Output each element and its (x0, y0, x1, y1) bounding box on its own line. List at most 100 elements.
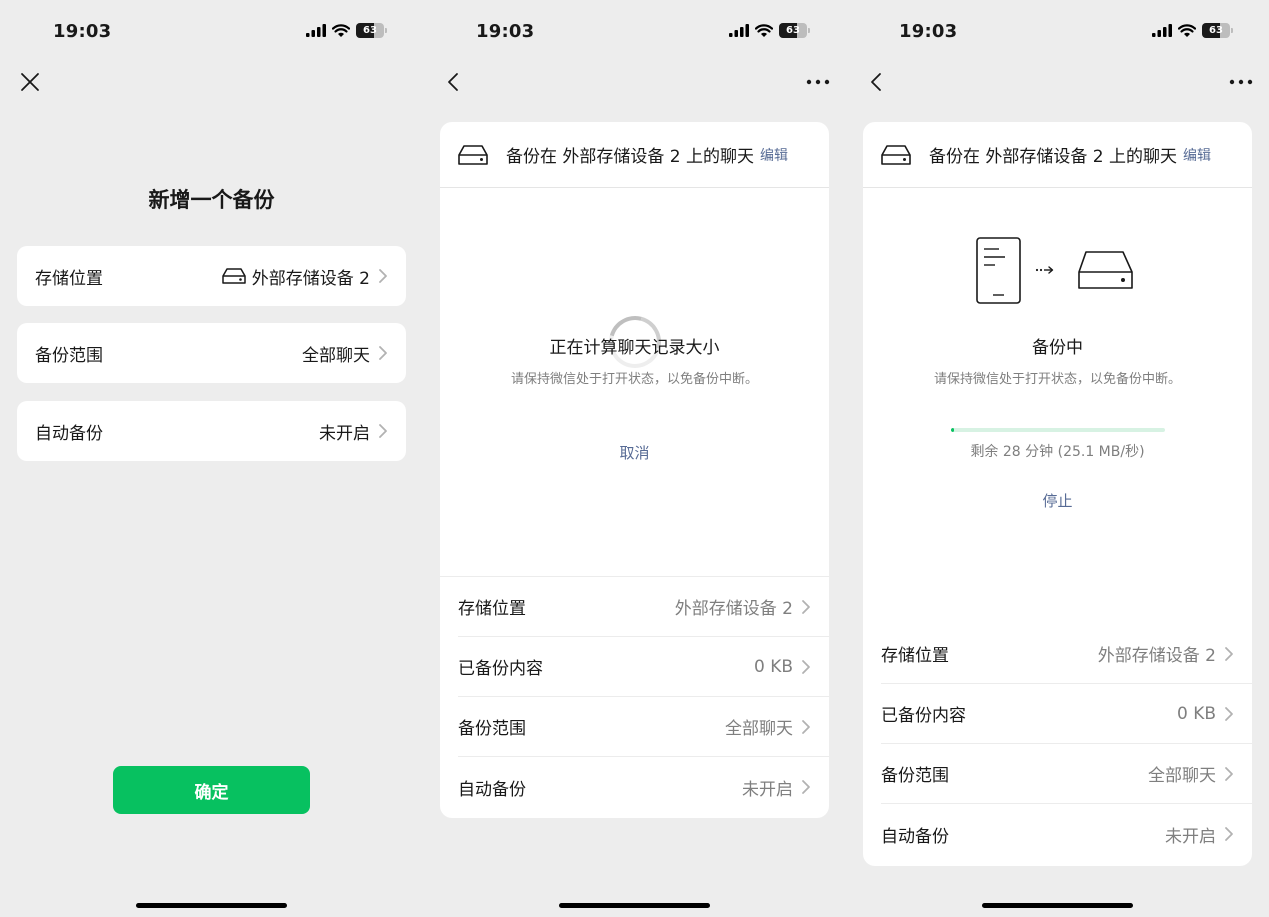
backed-up-content-row[interactable]: 已备份内容 0 KB (881, 684, 1252, 744)
status-subtitle: 请保持微信处于打开状态，以免备份中断。 (933, 372, 1181, 387)
more-icon (806, 79, 830, 85)
more-icon (1229, 79, 1253, 85)
status-area: 备份中 请保持微信处于打开状态，以免备份中断。 剩余 28 分钟 (25.1 M… (863, 188, 1252, 624)
home-indicator[interactable] (982, 903, 1133, 908)
row-value: 0 KB (753, 656, 793, 677)
row-value: 未开启 (742, 779, 793, 800)
back-button[interactable] (439, 68, 467, 96)
backup-progress-bar (951, 428, 1165, 432)
battery-icon: 63 (356, 23, 387, 38)
storage-location-row[interactable]: 存储位置 外部存储设备 2 (17, 246, 406, 306)
row-value: 未开启 (319, 423, 370, 444)
hard-drive-icon (881, 144, 911, 165)
status-bar: 19:03 63 (846, 0, 1269, 62)
home-indicator[interactable] (559, 903, 710, 908)
chevron-left-icon (871, 73, 881, 91)
battery-percent: 63 (1209, 25, 1223, 36)
battery-percent: 63 (786, 25, 800, 36)
wifi-icon (332, 23, 350, 37)
backed-up-content-row[interactable]: 已备份内容 0 KB (458, 637, 829, 697)
screen-backing-up: 19:03 63 备份在 外部存储设备 2 上的聊天 编辑 备份中 请保持微信处… (846, 0, 1269, 917)
row-label: 备份范围 (458, 719, 526, 739)
stop-button[interactable]: 停止 (863, 490, 1252, 511)
storage-location-row[interactable]: 存储位置 外部存储设备 2 (458, 577, 829, 637)
hard-drive-icon (458, 144, 488, 165)
auto-backup-row[interactable]: 自动备份 未开启 (881, 804, 1252, 864)
status-subtitle: 请保持微信处于打开状态，以免备份中断。 (510, 372, 758, 387)
system-icons: 63 (1152, 23, 1233, 38)
phone-to-drive-illustration (976, 237, 1133, 304)
info-list: 存储位置 外部存储设备 2 已备份内容 0 KB 备份范围 全部聊天 自动备份 … (863, 624, 1252, 864)
battery-icon: 63 (779, 23, 810, 38)
edit-link[interactable]: 编辑 (1183, 145, 1211, 165)
battery-icon: 63 (1202, 23, 1233, 38)
cancel-button[interactable]: 取消 (440, 442, 829, 463)
home-indicator[interactable] (136, 903, 287, 908)
chevron-right-icon (801, 779, 811, 795)
row-label: 已备份内容 (458, 659, 543, 679)
chevron-right-icon (1224, 706, 1234, 722)
auto-backup-row[interactable]: 自动备份 未开启 (17, 401, 406, 461)
screen-new-backup: 19:03 63 新增一个备份 存储位置 外部存储设备 2 备份范围 全部聊天 … (0, 0, 423, 917)
confirm-button[interactable]: 确定 (113, 766, 310, 814)
auto-backup-row[interactable]: 自动备份 未开启 (458, 757, 829, 817)
backup-scope-row[interactable]: 备份范围 全部聊天 (458, 697, 829, 757)
cellular-signal-icon (729, 24, 749, 37)
row-value: 外部存储设备 2 (674, 599, 793, 619)
system-icons: 63 (729, 23, 810, 38)
row-value: 未开启 (1165, 826, 1216, 847)
backup-scope-row[interactable]: 备份范围 全部聊天 (881, 744, 1252, 804)
status-bar: 19:03 63 (0, 0, 423, 62)
row-label: 存储位置 (458, 599, 526, 619)
close-icon (21, 73, 39, 91)
more-button[interactable] (804, 68, 832, 96)
wifi-icon (755, 23, 773, 37)
status-time: 19:03 (53, 21, 112, 42)
row-label: 自动备份 (35, 423, 103, 444)
row-value: 全部聊天 (1148, 766, 1216, 786)
backup-card: 备份在 外部存储设备 2 上的聊天 编辑 正在计算聊天记录大小 请保持微信处于打… (440, 122, 829, 818)
screen-calculating: 19:03 63 备份在 外部存储设备 2 上的聊天 编辑 正在计算聊天记录大小… (423, 0, 846, 917)
info-list: 存储位置 外部存储设备 2 已备份内容 0 KB 备份范围 全部聊天 自动备份 … (440, 576, 829, 817)
status-title: 备份中 (1032, 338, 1083, 358)
cellular-signal-icon (1152, 24, 1172, 37)
row-value: 外部存储设备 2 (1097, 646, 1216, 666)
row-label: 备份范围 (35, 345, 103, 366)
system-icons: 63 (306, 23, 387, 38)
chevron-right-icon (378, 268, 388, 284)
chevron-right-icon (1224, 766, 1234, 782)
card-title: 备份在 外部存储设备 2 上的聊天 (929, 147, 1178, 167)
row-value: 全部聊天 (302, 345, 370, 366)
card-header: 备份在 外部存储设备 2 上的聊天 编辑 (440, 122, 829, 188)
chevron-right-icon (801, 599, 811, 615)
close-button[interactable] (16, 68, 44, 96)
edit-link[interactable]: 编辑 (760, 145, 788, 165)
chevron-right-icon (801, 719, 811, 735)
phone-icon (976, 237, 1021, 304)
chevron-right-icon (378, 423, 388, 439)
page-title: 新增一个备份 (148, 188, 275, 212)
more-button[interactable] (1227, 68, 1255, 96)
drive-icon (1078, 251, 1133, 289)
row-value: 0 KB (1176, 703, 1216, 724)
storage-location-row[interactable]: 存储位置 外部存储设备 2 (881, 624, 1252, 684)
chevron-right-icon (801, 659, 811, 675)
chevron-left-icon (448, 73, 458, 91)
wifi-icon (1178, 23, 1196, 37)
chevron-right-icon (378, 345, 388, 361)
remaining-time: 剩余 28 分钟 (25.1 MB/秒) (970, 444, 1145, 460)
back-button[interactable] (862, 68, 890, 96)
backup-scope-row[interactable]: 备份范围 全部聊天 (17, 323, 406, 383)
row-label: 备份范围 (881, 766, 949, 786)
cellular-signal-icon (306, 24, 326, 37)
row-value: 全部聊天 (725, 719, 793, 739)
status-area: 正在计算聊天记录大小 请保持微信处于打开状态，以免备份中断。 取消 (440, 188, 829, 576)
status-bar: 19:03 63 (423, 0, 846, 62)
row-label: 自动备份 (881, 826, 949, 847)
hard-drive-icon (222, 268, 246, 284)
card-title: 备份在 外部存储设备 2 上的聊天 (506, 147, 755, 167)
chevron-right-icon (1224, 826, 1234, 842)
row-label: 存储位置 (881, 646, 949, 666)
chevron-right-icon (1224, 646, 1234, 662)
backup-card: 备份在 外部存储设备 2 上的聊天 编辑 备份中 请保持微信处于打开状态，以免备… (863, 122, 1252, 866)
